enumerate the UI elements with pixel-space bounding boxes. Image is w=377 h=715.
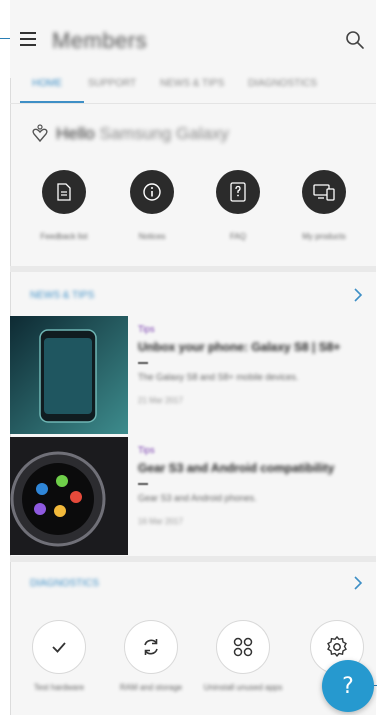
heart-hands-icon <box>32 124 48 143</box>
section-divider <box>10 266 376 272</box>
help-fab[interactable]: ? <box>322 660 374 712</box>
news-description: The Galaxy S8 and S8+ mobile devices. <box>138 372 299 382</box>
info-icon <box>143 183 161 201</box>
document-icon <box>57 183 71 201</box>
quick-action-label: My products <box>302 232 346 241</box>
apps-grid-icon <box>233 637 253 657</box>
news-date: 16 Mar 2017 <box>138 517 183 526</box>
news-tag: Tips <box>138 324 155 334</box>
question-icon: ? <box>342 673 354 699</box>
menu-icon[interactable] <box>20 32 36 46</box>
news-tag: Tips <box>138 445 155 455</box>
news-title: Unbox your phone: Galaxy S8 | S8+ <box>138 340 341 354</box>
search-icon[interactable] <box>345 30 365 50</box>
diagnostics-title: DIAGNOSTICS <box>30 578 99 589</box>
news-title: Gear S3 and Android compatibility <box>138 461 335 475</box>
devices-icon <box>313 184 335 201</box>
greeting-text: Hello Samsung Galaxy <box>56 124 229 143</box>
ram-storage-button[interactable] <box>124 620 178 674</box>
news-date: 21 Mar 2017 <box>138 396 183 405</box>
quick-action-label: Feedback list <box>40 232 88 241</box>
test-hardware-button[interactable] <box>32 620 86 674</box>
news-thumbnail <box>10 437 128 555</box>
diagnostics-label: Uninstall unused apps <box>203 683 283 692</box>
faq-icon <box>230 182 246 202</box>
news-separator <box>138 483 148 485</box>
quick-action-label: Notices <box>138 232 166 241</box>
tab-support[interactable]: SUPPORT <box>88 78 136 89</box>
phone-thumbnail-image <box>10 316 128 434</box>
news-separator <box>138 362 148 364</box>
diagnostics-header[interactable]: DIAGNOSTICS <box>10 564 376 604</box>
my-products-button[interactable] <box>302 170 346 214</box>
news-item[interactable]: Tips Unbox your phone: Galaxy S8 | S8+ T… <box>10 316 376 436</box>
feedback-list-button[interactable] <box>42 170 86 214</box>
section-divider <box>10 556 376 562</box>
tab-bar: HOME SUPPORT NEWS & TIPS DIAGNOSTICS <box>10 70 376 104</box>
tab-news-tips[interactable]: NEWS & TIPS <box>160 78 224 89</box>
news-item[interactable]: Tips Gear S3 and Android compatibility G… <box>10 437 376 557</box>
tab-home[interactable]: HOME <box>32 78 62 89</box>
check-icon <box>52 642 66 653</box>
tab-diagnostics[interactable]: DIAGNOSTICS <box>248 78 317 89</box>
chevron-right-icon <box>354 288 363 302</box>
chevron-right-icon <box>354 576 363 590</box>
faq-button[interactable] <box>216 170 260 214</box>
quick-action-label: FAQ <box>229 232 246 241</box>
gear-icon <box>327 636 347 657</box>
news-tips-title: NEWS & TIPS <box>30 290 95 301</box>
uninstall-apps-button[interactable] <box>216 620 270 674</box>
screen: Members HOME SUPPORT NEWS & TIPS DIAGNOS… <box>0 0 377 715</box>
diagnostics-label: Test hardware <box>33 683 85 692</box>
app-title: Members <box>52 28 148 53</box>
tab-indicator <box>20 101 84 103</box>
diagnostics-label: RAM and storage <box>119 683 183 692</box>
refresh-icon <box>144 639 158 655</box>
notices-button[interactable] <box>130 170 174 214</box>
news-description: Gear S3 and Android phones. <box>138 493 257 503</box>
news-tips-header[interactable]: NEWS & TIPS <box>10 276 376 316</box>
watch-thumbnail-image <box>10 437 128 555</box>
news-thumbnail <box>10 316 128 434</box>
